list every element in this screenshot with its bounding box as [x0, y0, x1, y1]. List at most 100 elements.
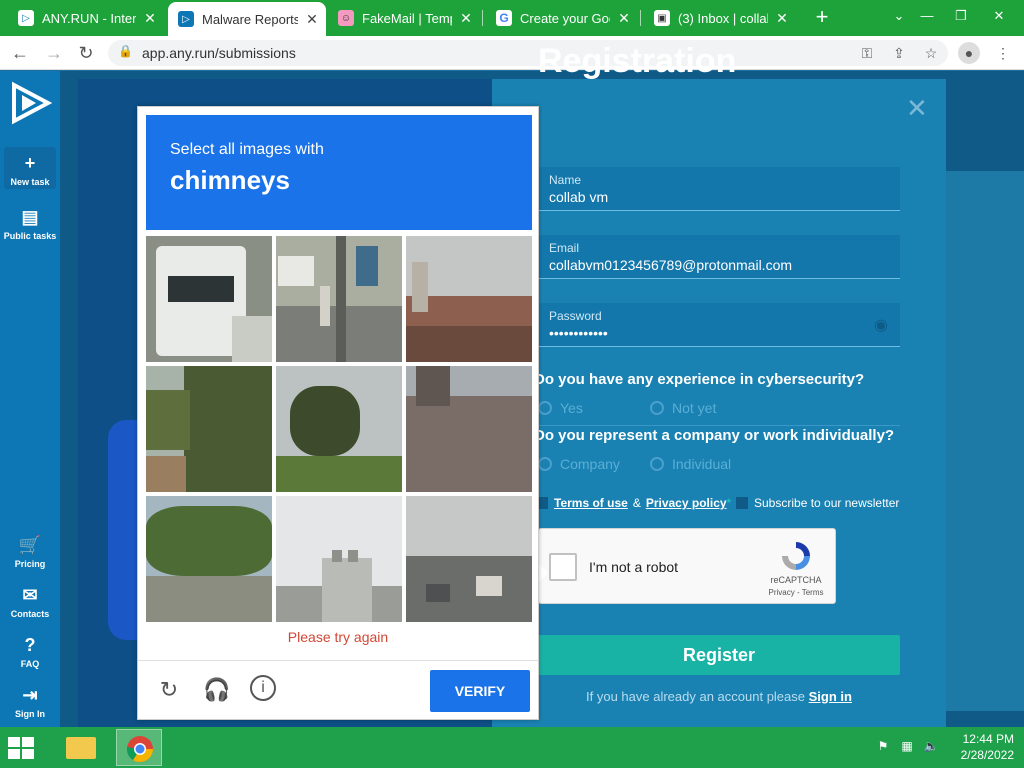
close-window-icon[interactable]: ✕ [984, 2, 1014, 30]
captcha-tile[interactable] [146, 496, 272, 622]
captcha-tile[interactable] [276, 496, 402, 622]
radio-circle-icon [538, 457, 552, 471]
tab-separator [482, 10, 483, 26]
signin-prompt: If you have already an account please Si… [586, 689, 852, 704]
minimize-icon[interactable]: — [912, 2, 942, 30]
sidebar-item-contacts[interactable]: ✉ Contacts [0, 585, 60, 619]
tab-malware-reports[interactable]: ▷ Malware Reports ✕ [168, 2, 326, 36]
system-clock[interactable]: 12:44 PM 2/28/2022 [961, 731, 1014, 763]
reload-icon[interactable]: ↻ [154, 675, 184, 705]
recaptcha-checkbox[interactable] [549, 553, 577, 581]
sidebar-item-faq[interactable]: ? FAQ [0, 635, 60, 669]
experience-question: Do you have any experience in cybersecur… [534, 371, 865, 388]
close-tab-icon[interactable]: ✕ [774, 10, 790, 27]
help-icon: ? [24, 635, 36, 655]
forward-arrow-icon[interactable]: → [42, 41, 66, 65]
anyrun-favicon-icon: ▷ [18, 10, 34, 26]
star-icon[interactable]: ☆ [920, 42, 942, 64]
radio-yes[interactable]: Yes [538, 400, 583, 416]
verify-button[interactable]: VERIFY [430, 670, 530, 712]
captcha-image-grid [146, 236, 532, 622]
register-button[interactable]: Register [538, 635, 900, 675]
background-panel [946, 171, 1024, 711]
tab-separator [640, 10, 641, 26]
radio-circle-icon [538, 401, 552, 415]
close-tab-icon[interactable]: ✕ [304, 11, 320, 28]
profile-avatar-icon[interactable]: ● [958, 42, 980, 64]
chevron-down-icon[interactable]: ⌄ [884, 2, 914, 30]
captcha-tile[interactable] [406, 366, 532, 492]
browser-toolbar: ← → ↻ 🔒 app.any.run/submissions ⚿ ⇪ ☆ ● … [0, 36, 1024, 70]
close-tab-icon[interactable]: ✕ [458, 10, 474, 27]
captcha-tile[interactable] [276, 236, 402, 362]
tab-protonmail[interactable]: ▣ (3) Inbox | collab ✕ [644, 4, 796, 32]
mail-icon: ✉ [22, 585, 38, 605]
flag-icon[interactable]: ⚑ [874, 739, 892, 757]
captcha-tile[interactable] [146, 366, 272, 492]
radio-individual[interactable]: Individual [650, 456, 731, 472]
anyrun-logo-icon[interactable] [8, 81, 52, 125]
back-arrow-icon[interactable]: ← [8, 41, 32, 65]
close-tab-icon[interactable]: ✕ [142, 10, 158, 27]
captcha-tile[interactable] [146, 236, 272, 362]
fakemail-favicon-icon: ☺ [338, 10, 354, 26]
sidebar-item-public-tasks[interactable]: ▤ Public tasks [0, 207, 60, 241]
tab-title: Create your Goog [520, 10, 610, 26]
anyrun-favicon-icon: ▷ [178, 11, 194, 27]
menu-kebab-icon[interactable]: ⋮ [992, 42, 1014, 64]
sidebar: + New task ▤ Public tasks 🛒 Pricing ✉ Co… [0, 71, 60, 727]
captcha-error: Please try again [287, 629, 389, 645]
sidebar-item-pricing[interactable]: 🛒 Pricing [0, 535, 60, 569]
reload-icon[interactable]: ↻ [74, 41, 98, 65]
file-explorer-icon[interactable] [58, 729, 104, 766]
sidebar-item-sign-in[interactable]: ⇥ Sign In [0, 685, 60, 719]
info-icon[interactable]: i [250, 675, 276, 701]
password-field[interactable]: Password •••••••••••• ◉ [538, 303, 900, 347]
url-text: app.any.run/submissions [142, 45, 296, 61]
close-tab-icon[interactable]: ✕ [616, 10, 632, 27]
network-icon[interactable]: ▦ [898, 739, 916, 757]
sign-in-link[interactable]: Sign in [809, 689, 852, 704]
close-modal-icon[interactable]: ✕ [906, 93, 928, 124]
cart-icon: 🛒 [18, 535, 42, 555]
tab-anyrun[interactable]: ▷ ANY.RUN - Intera ✕ [8, 4, 164, 32]
restore-icon[interactable]: ❐ [946, 2, 976, 30]
captcha-tile[interactable] [406, 236, 532, 362]
address-bar[interactable]: 🔒 app.any.run/submissions [108, 40, 948, 66]
captcha-tile[interactable] [406, 496, 532, 622]
divider [538, 425, 900, 426]
newsletter-checkbox[interactable] [736, 497, 748, 509]
google-favicon-icon: G [496, 10, 512, 26]
captcha-footer: ↻ 🎧 i VERIFY [138, 660, 538, 720]
registration-title: Registration [538, 42, 737, 80]
tab-title: ANY.RUN - Intera [42, 10, 136, 26]
tab-google[interactable]: G Create your Goog ✕ [486, 4, 638, 32]
signin-icon: ⇥ [22, 685, 38, 705]
radio-circle-icon [650, 401, 664, 415]
recaptcha-logo-icon [782, 542, 810, 570]
headphones-icon[interactable]: 🎧 [202, 675, 232, 705]
eye-icon[interactable]: ◉ [874, 315, 888, 335]
windows-start-icon[interactable] [6, 735, 36, 761]
tab-fakemail[interactable]: ☺ FakeMail | Temp ✕ [328, 4, 480, 32]
share-icon[interactable]: ⇪ [888, 42, 910, 64]
name-field[interactable]: Name collab vm [538, 167, 900, 211]
privacy-policy-link[interactable]: Privacy policy [646, 496, 727, 510]
volume-icon[interactable]: 🔈 [922, 739, 940, 757]
chrome-icon[interactable] [116, 729, 162, 766]
key-icon[interactable]: ⚿ [856, 42, 878, 64]
plus-icon: + [24, 153, 36, 173]
sidebar-item-new-task[interactable]: + New task [0, 153, 60, 187]
tab-title: (3) Inbox | collab [678, 10, 768, 26]
recaptcha-widget: I'm not a robot reCAPTCHA Privacy - Term… [538, 528, 836, 604]
tab-title: Malware Reports [202, 11, 298, 27]
radio-not-yet[interactable]: Not yet [650, 400, 716, 416]
terms-of-use-link[interactable]: Terms of use [554, 496, 628, 510]
radio-company[interactable]: Company [538, 456, 620, 472]
captcha-tile[interactable] [276, 366, 402, 492]
captcha-header: Select all images with chimneys [146, 115, 532, 230]
company-question: Do you represent a company or work indiv… [534, 427, 895, 444]
email-field[interactable]: Email collabvm0123456789@protonmail.com [538, 235, 900, 279]
new-tab-button[interactable]: + [810, 6, 834, 30]
radio-circle-icon [650, 457, 664, 471]
